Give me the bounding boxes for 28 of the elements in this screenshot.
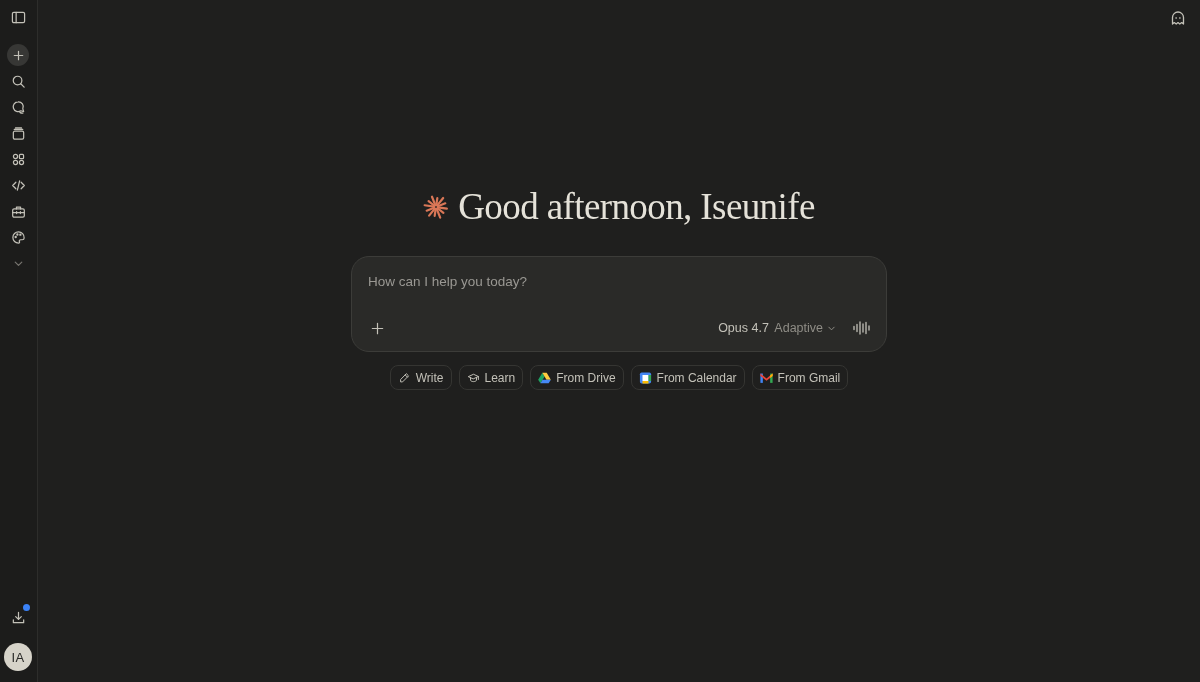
user-avatar[interactable]: IA bbox=[4, 643, 32, 671]
waveform-icon bbox=[853, 321, 871, 335]
suggestion-chip[interactable]: From Drive bbox=[530, 365, 624, 390]
shapes-grid-icon bbox=[10, 151, 26, 167]
graduation-cap-icon bbox=[466, 371, 480, 384]
suggestion-chip[interactable]: Learn bbox=[458, 365, 524, 390]
suggestion-chip[interactable]: From Calendar bbox=[630, 365, 745, 390]
sparkle-icon bbox=[423, 194, 450, 220]
gmail-logo-icon bbox=[759, 371, 773, 384]
toolbox-icon bbox=[10, 203, 26, 219]
ghost-icon bbox=[1170, 10, 1186, 26]
code-icon bbox=[10, 177, 26, 193]
plus-icon bbox=[369, 320, 385, 336]
greeting-heading: Good afternoon, Iseunife bbox=[458, 185, 815, 229]
stacked-box-icon bbox=[10, 125, 26, 141]
model-selector[interactable]: Opus 4.7 Adaptive bbox=[714, 316, 840, 340]
suggestion-chip[interactable]: From Gmail bbox=[751, 365, 849, 390]
download-icon bbox=[10, 609, 26, 625]
speech-bubble-icon bbox=[10, 99, 26, 115]
drive-logo-icon bbox=[538, 371, 552, 384]
search-icon bbox=[10, 73, 26, 89]
panel-icon bbox=[10, 9, 26, 25]
message-input[interactable]: How can I help you today? bbox=[363, 271, 668, 291]
new-chat-button[interactable] bbox=[7, 44, 29, 66]
palette-icon bbox=[10, 229, 26, 245]
pencil-icon bbox=[397, 371, 411, 384]
calendar-logo-icon bbox=[638, 371, 652, 384]
suggestion-chip[interactable]: Write bbox=[389, 365, 452, 390]
